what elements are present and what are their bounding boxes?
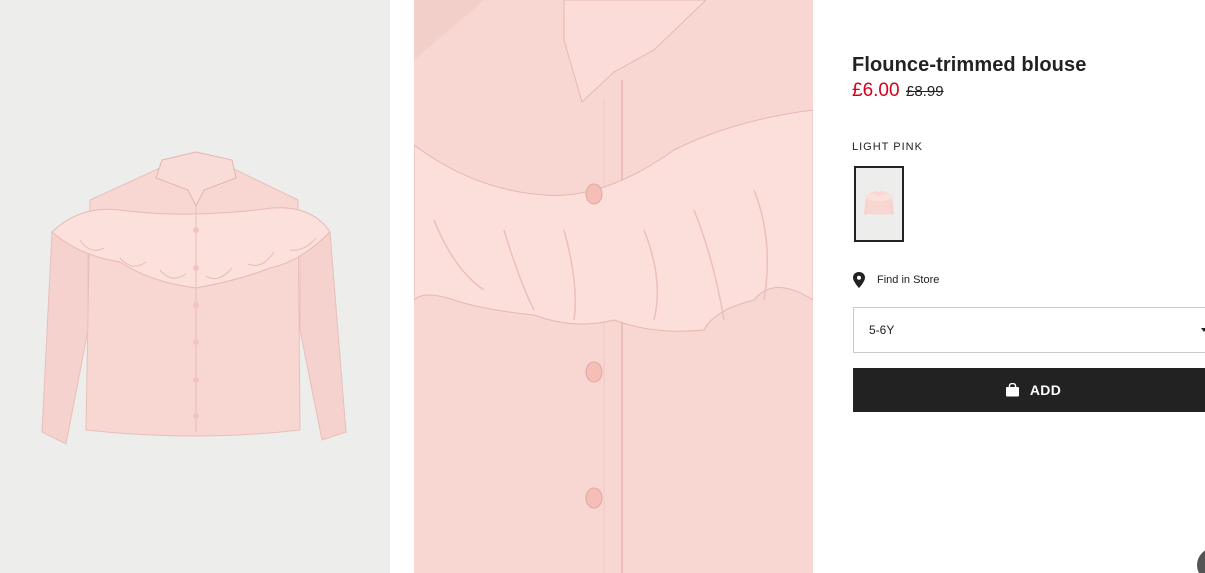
add-to-cart-label: ADD [1029, 382, 1062, 398]
find-in-store-link[interactable]: Find in Store [852, 272, 939, 288]
add-to-cart-button[interactable]: ADD [853, 368, 1205, 412]
selected-size: 5-6Y [869, 323, 895, 337]
color-name: LIGHT PINK [852, 141, 923, 153]
product-info-panel: Flounce-trimmed blouse £6.00 £8.99 LIGHT… [852, 0, 1205, 573]
color-swatch-light-pink[interactable] [854, 166, 904, 242]
blouse-detail-illustration [414, 0, 813, 573]
find-in-store-label: Find in Store [877, 274, 940, 286]
blouse-front-illustration [0, 0, 390, 573]
chevron-down-icon [1201, 328, 1205, 332]
original-price: £8.99 [906, 83, 944, 100]
shopping-bag-icon [1005, 383, 1019, 397]
size-select[interactable]: 5-6Y [853, 307, 1205, 353]
product-image-detail[interactable] [414, 0, 813, 573]
price-row: £6.00 £8.99 [852, 80, 944, 102]
product-image-main[interactable] [0, 0, 390, 573]
product-title: Flounce-trimmed blouse [852, 54, 1087, 76]
sale-price: £6.00 [852, 80, 900, 101]
location-pin-icon [853, 272, 865, 288]
swatch-thumbnail [858, 170, 900, 238]
